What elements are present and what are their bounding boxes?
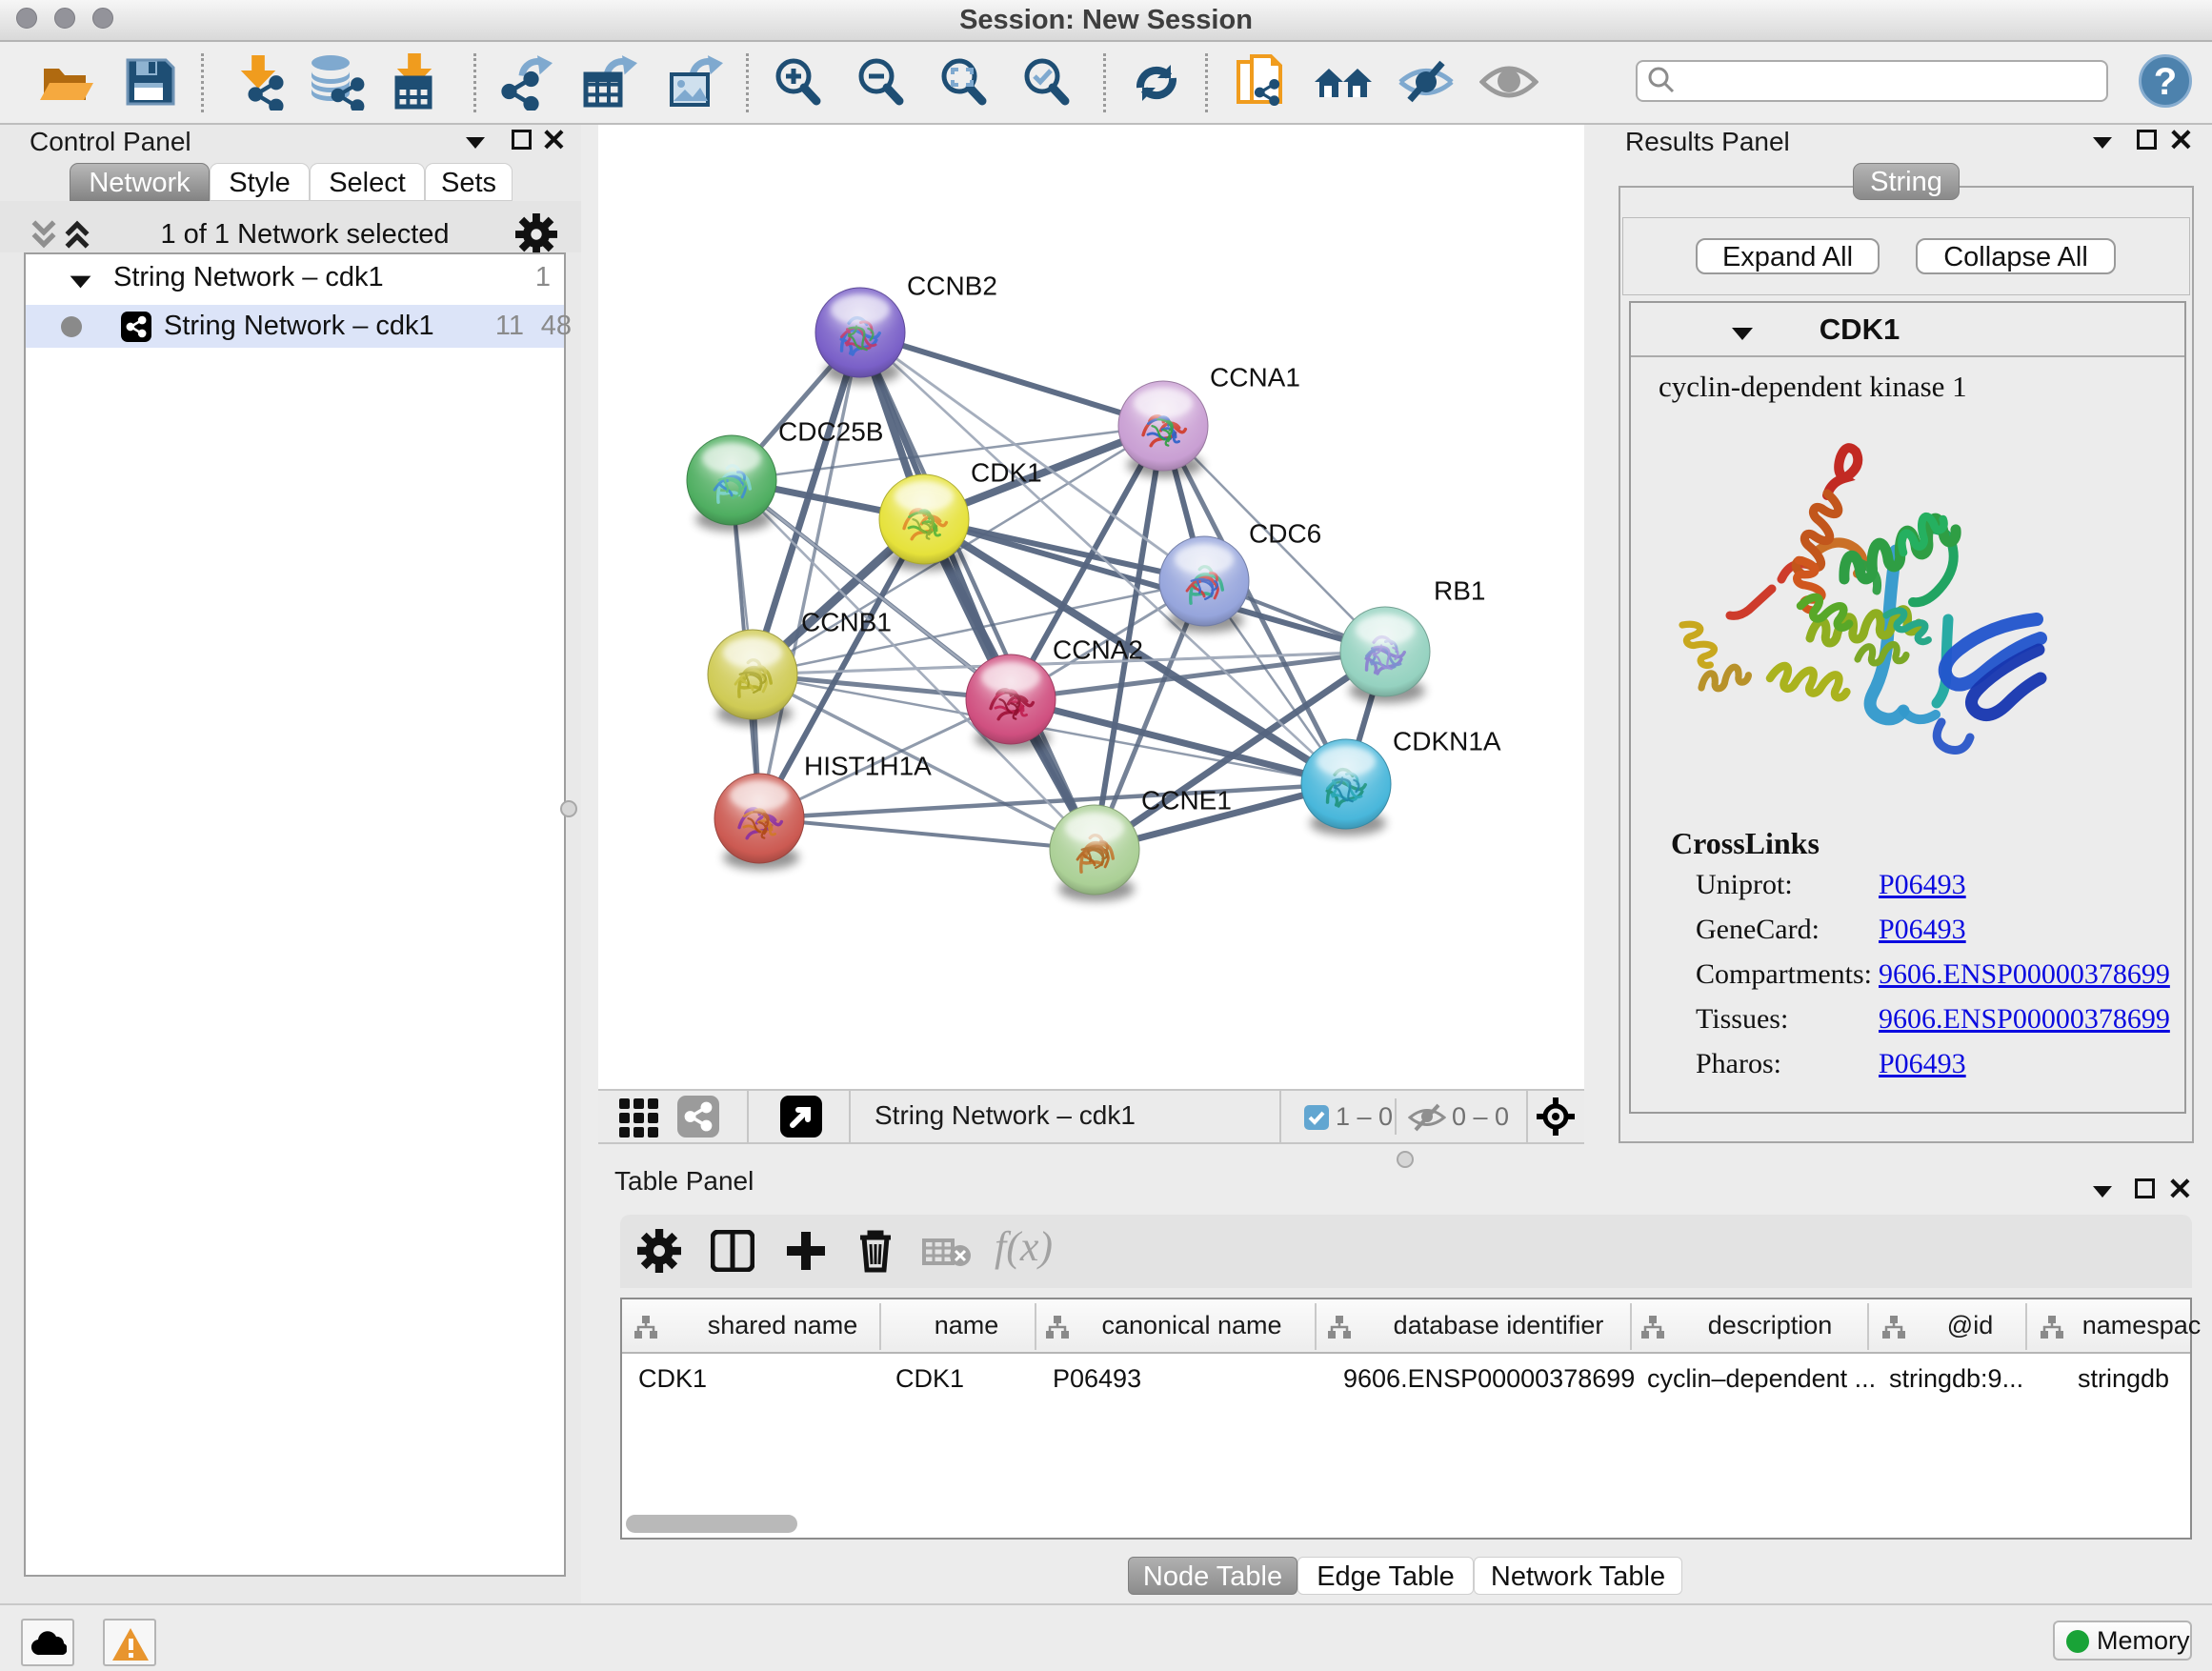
svg-text:CCNA2: CCNA2: [1053, 634, 1143, 664]
svg-text:CDKN1A: CDKN1A: [1393, 726, 1501, 755]
svg-text:CCNB1: CCNB1: [801, 607, 892, 636]
svg-text:CCNB2: CCNB2: [907, 271, 997, 300]
svg-text:HIST1H1A: HIST1H1A: [804, 751, 932, 780]
svg-text:CDC25B: CDC25B: [778, 416, 883, 446]
svg-text:RB1: RB1: [1434, 575, 1485, 605]
svg-text:CCNA1: CCNA1: [1210, 362, 1300, 392]
svg-text:CCNE1: CCNE1: [1141, 785, 1232, 815]
svg-text:CDC6: CDC6: [1249, 518, 1321, 548]
svg-text:CDK1: CDK1: [971, 457, 1042, 487]
